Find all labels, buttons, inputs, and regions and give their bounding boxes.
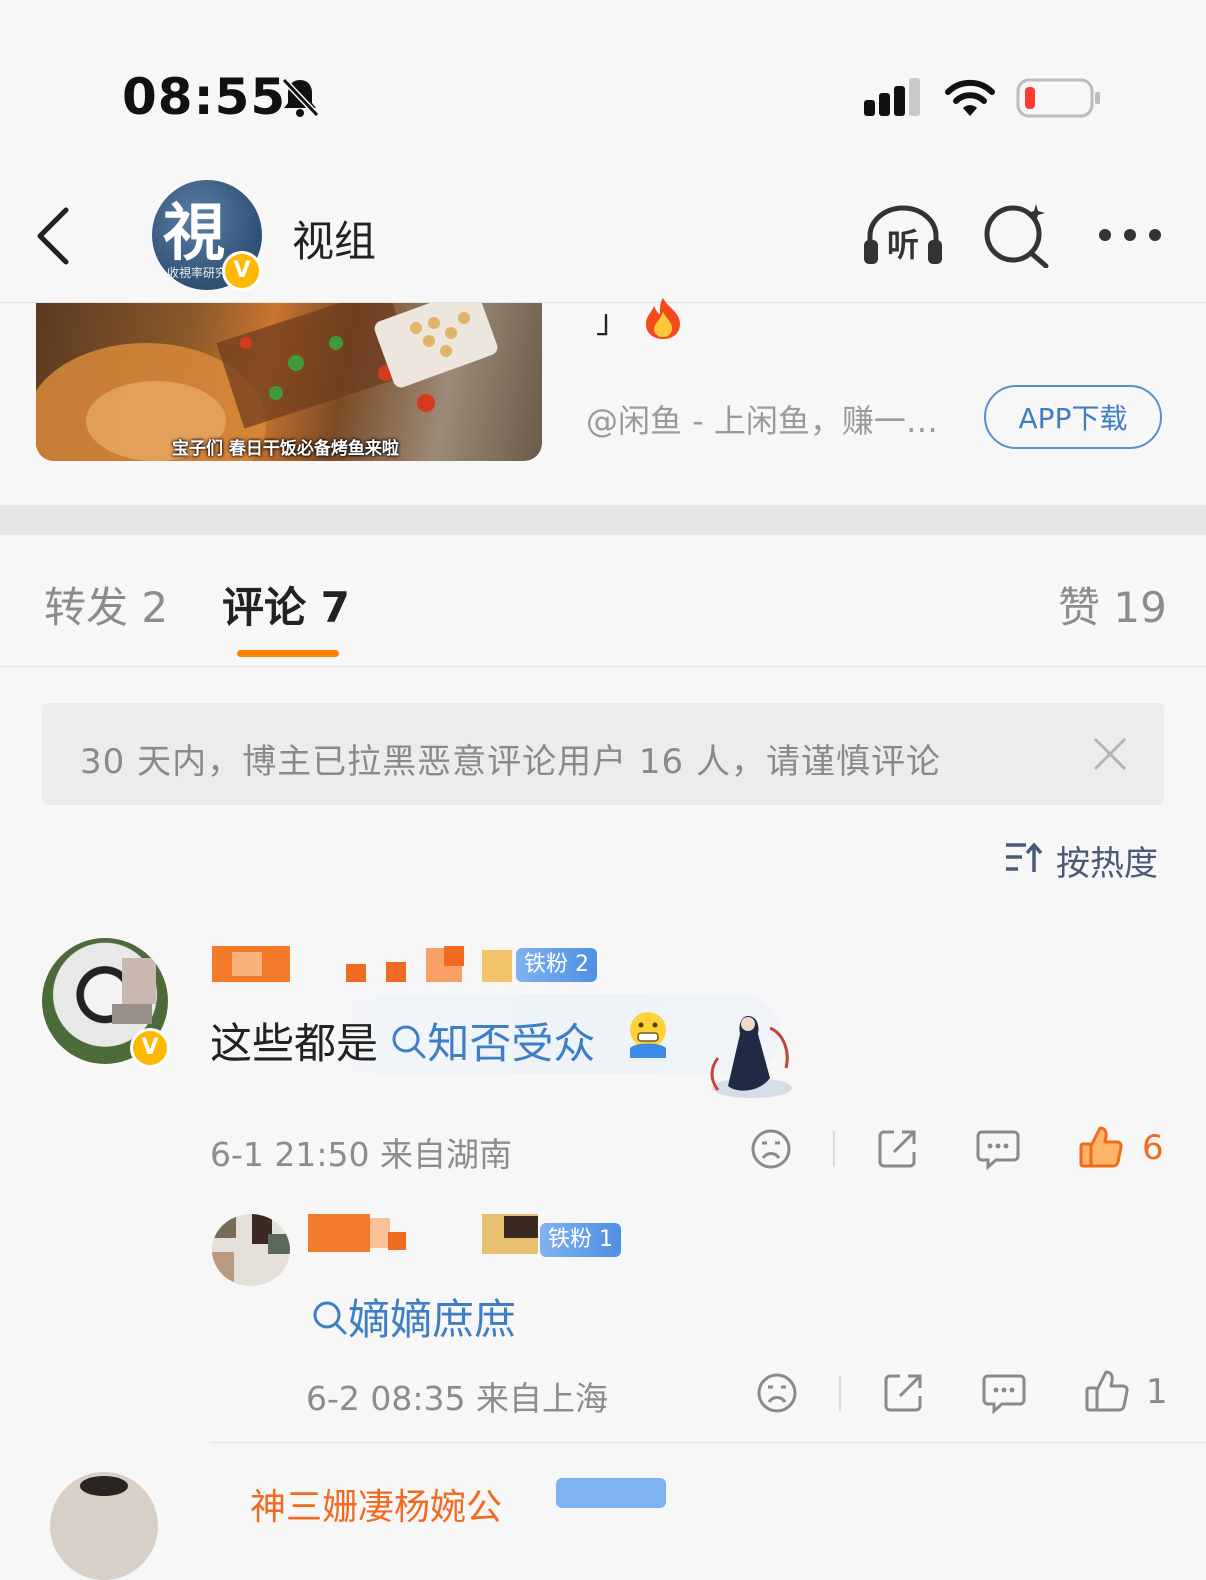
topic-search-icon [392, 1025, 426, 1059]
bubble-figure-decoration [700, 1008, 796, 1100]
app-download-button[interactable]: APP下载 [984, 385, 1162, 449]
sort-by-hot[interactable]: 按热度 [1056, 836, 1158, 885]
avatar-glyph: 視 [163, 196, 226, 269]
tab-repost[interactable]: 转发 2 [44, 574, 168, 635]
topic-search-icon [313, 1301, 347, 1335]
replier-name[interactable] [308, 1214, 548, 1254]
account-title[interactable]: 视组 [292, 208, 376, 269]
wifi-icon [944, 78, 996, 118]
share-icon[interactable] [882, 1372, 924, 1414]
topic-label: 知否受众 [427, 1019, 596, 1068]
tab-likes[interactable]: 赞 19 [1058, 574, 1167, 635]
share-icon[interactable] [876, 1128, 918, 1170]
avatar-subtext: 收視率研究 [167, 266, 228, 280]
battery-icon [1016, 78, 1102, 118]
fan-level-badge: 铁粉 1 [540, 1223, 621, 1257]
fan-level-badge [556, 1478, 666, 1508]
like-count: 1 [1146, 1372, 1168, 1412]
topic-link[interactable]: 嫡嫡庶庶 [312, 1295, 516, 1344]
topic-link[interactable]: 知否受众 [391, 1019, 595, 1068]
cellular-signal-icon [864, 78, 924, 118]
thumbnail-caption: 宝子们 春日干饭必备烤鱼来啦 [172, 439, 399, 459]
action-divider [839, 1375, 841, 1411]
comment-text-prefix: 这些都是 [210, 1019, 392, 1068]
interaction-tabs [0, 535, 1206, 667]
reply-meta: 6-2 08:35 来自上海 [306, 1379, 608, 1418]
like-count: 6 [1142, 1128, 1164, 1168]
like-thumb-icon[interactable] [1078, 1124, 1124, 1170]
comment-text: 这些都是 知否受众 [210, 1010, 595, 1071]
next-commenter-avatar[interactable] [50, 1472, 158, 1580]
action-divider [833, 1131, 835, 1167]
back-button[interactable] [34, 206, 74, 266]
silent-bell-icon [280, 76, 320, 118]
dislike-face-icon[interactable] [750, 1128, 792, 1170]
notice-text: 30 天内，博主已拉黑恶意评论用户 16 人，请谨慎评论 [80, 742, 941, 782]
topic-label: 嫡嫡庶庶 [348, 1295, 517, 1344]
face-emoji-icon [626, 1010, 670, 1060]
close-icon[interactable] [1092, 736, 1128, 772]
dislike-face-icon[interactable] [756, 1372, 798, 1414]
ad-source-text[interactable]: @闲鱼 - 上闲鱼，赚一… [586, 396, 981, 442]
comment-divider [210, 1442, 1206, 1443]
commenter-name[interactable] [212, 944, 512, 984]
svg-text:听: 听 [887, 226, 919, 264]
verified-v-badge: V [222, 251, 262, 291]
more-options-icon[interactable] [1096, 226, 1164, 244]
tab-comments[interactable]: 评论 7 [222, 574, 350, 635]
replier-avatar[interactable] [212, 1214, 290, 1286]
search-icon[interactable] [984, 202, 1050, 268]
reply-text[interactable]: 嫡嫡庶庶 [312, 1286, 516, 1347]
like-thumb-icon[interactable] [1084, 1368, 1130, 1414]
comment-meta: 6-1 21:50 来自湖南 [210, 1135, 512, 1174]
next-commenter-name[interactable]: 神三姗凄杨婉公 [250, 1478, 502, 1530]
status-time: 08:55 [122, 68, 287, 126]
active-tab-indicator [237, 650, 339, 657]
post-text-fragment: 」 [596, 302, 629, 340]
fire-emoji-icon [640, 296, 686, 340]
reply-comment-icon[interactable] [976, 1128, 1020, 1170]
listen-headphones-icon[interactable]: 听 [862, 204, 944, 266]
fan-level-badge: 铁粉 2 [516, 948, 597, 982]
sort-icon[interactable] [1004, 840, 1044, 876]
verified-v-badge: V [130, 1028, 170, 1068]
reply-comment-icon[interactable] [982, 1372, 1026, 1414]
section-separator [0, 505, 1206, 535]
